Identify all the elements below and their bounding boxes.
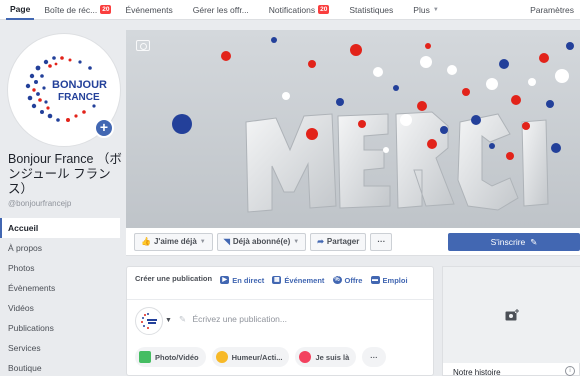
composer-placeholder: Écrivez une publication...: [192, 314, 288, 324]
like-button-label: J'aime déjà: [153, 237, 197, 246]
nav-tab-insights-label: Statistiques: [349, 4, 394, 15]
cover-photo[interactable]: [126, 30, 580, 228]
sidebar-item-posts[interactable]: Publications: [0, 318, 120, 338]
right-column-card: Notre histoire i: [442, 266, 580, 376]
nav-tab-inbox[interactable]: Boîte de réc... 20: [40, 0, 115, 20]
photo-icon: [139, 351, 151, 363]
feeling-activity-label: Humeur/Acti...: [231, 352, 283, 362]
signup-button[interactable]: S'inscrire ✎: [448, 233, 580, 251]
page-username[interactable]: @bonjourfrancejp: [8, 199, 71, 208]
nav-tab-more-label: Plus: [413, 4, 430, 15]
check-in-button[interactable]: Je suis là: [295, 347, 357, 367]
calendar-icon: ▦: [272, 276, 282, 284]
nav-tab-notifications[interactable]: Notifications 20: [265, 0, 334, 20]
inbox-badge: 20: [100, 5, 112, 14]
more-options-label: ···: [377, 237, 386, 246]
composer-actions: Photo/Vidéo Humeur/Acti... Je suis là ··…: [135, 347, 392, 367]
composer-more-label: ···: [370, 352, 378, 362]
follow-button[interactable]: ◥ Déjà abonné(e) ▼: [216, 232, 307, 251]
like-button[interactable]: 👍 J'aime déjà ▼: [134, 232, 213, 251]
tab-live-label: En direct: [232, 275, 265, 285]
sidebar-item-services[interactable]: Services: [0, 338, 120, 358]
page-sidebar-nav: Accueil À propos Photos Évènements Vidéo…: [0, 218, 120, 376]
nav-tab-offers-label: Gérer les offr...: [192, 4, 249, 15]
add-story-photo-area[interactable]: [443, 267, 580, 363]
tab-create-post[interactable]: Créer une publication: [135, 273, 212, 284]
composer-more-button[interactable]: ···: [362, 347, 386, 367]
follow-button-label: Déjà abonné(e): [232, 237, 291, 246]
nav-tab-page-label: Page: [10, 3, 31, 14]
share-button[interactable]: ➦ Partager: [310, 232, 367, 251]
tab-create-post-label: Créer une publication: [135, 274, 213, 283]
sidebar-item-home[interactable]: Accueil: [0, 218, 120, 238]
pencil-icon: ✎: [530, 236, 538, 247]
chevron-down-icon: ▼: [293, 238, 300, 245]
thumbs-up-icon: 👍: [141, 237, 151, 246]
cover-image-merci: [126, 30, 580, 228]
notifications-badge: 20: [318, 5, 330, 14]
tab-event[interactable]: ▦ Événement: [272, 275, 324, 286]
profile-picture-wrapper: BONJOUR FRANCE +: [8, 34, 120, 146]
more-options-button[interactable]: ···: [370, 232, 393, 251]
nav-tab-events-label: Événements: [125, 4, 173, 15]
location-icon: [299, 351, 312, 363]
chevron-down-icon[interactable]: ▼: [165, 317, 172, 324]
photo-video-button[interactable]: Photo/Vidéo: [135, 347, 206, 367]
composer-avatar[interactable]: [135, 307, 163, 335]
chevron-down-icon: ▼: [432, 6, 439, 13]
bonjour-france-mini-logo: [141, 313, 157, 329]
photo-video-label: Photo/Vidéo: [155, 352, 199, 362]
share-button-label: Partager: [326, 237, 360, 246]
nav-tab-offers[interactable]: Gérer les offr...: [189, 0, 253, 20]
emoji-icon: [215, 351, 228, 363]
page-action-bar: 👍 J'aime déjà ▼ ◥ Déjà abonné(e) ▼ ➦ Par…: [126, 228, 580, 256]
nav-tab-page[interactable]: Page: [6, 0, 35, 20]
add-profile-photo-button[interactable]: +: [94, 118, 114, 138]
left-column: BONJOUR FRANCE + Bonjour France （ボンジュール …: [0, 20, 122, 376]
logo-text-bonjour: BONJOUR: [52, 79, 107, 91]
tab-live[interactable]: ▶ En direct: [220, 275, 264, 286]
logo-text-france: FRANCE: [58, 92, 100, 103]
share-arrow-icon: ➦: [317, 237, 324, 246]
page-name: Bonjour France （ボンジュール フランス）: [8, 152, 122, 196]
tab-offer[interactable]: % Offre: [332, 275, 363, 286]
composer-divider: [127, 299, 433, 300]
feeling-activity-button[interactable]: Humeur/Acti...: [211, 347, 290, 367]
sidebar-item-videos[interactable]: Vidéos: [0, 298, 120, 318]
plus-icon: +: [99, 119, 109, 135]
nav-tab-insights[interactable]: Statistiques: [345, 0, 397, 20]
composer-tabs: Créer une publication ▶ En direct ▦ Évén…: [135, 273, 431, 286]
pencil-icon: ✎: [179, 314, 187, 324]
live-icon: ▶: [220, 276, 230, 284]
check-in-label: Je suis là: [315, 352, 350, 362]
our-story-title: Notre histoire: [453, 368, 501, 376]
offer-icon: %: [332, 276, 342, 284]
tab-job-label: Emploi: [382, 275, 408, 285]
composer-input[interactable]: ✎ Écrivez une publication...: [179, 314, 287, 325]
nav-tab-inbox-label: Boîte de réc...: [44, 4, 98, 15]
sidebar-item-events[interactable]: Évènements: [0, 278, 120, 298]
job-icon: ▬: [370, 276, 380, 284]
post-composer: Créer une publication ▶ En direct ▦ Évén…: [126, 266, 434, 376]
nav-tab-notifications-label: Notifications: [268, 4, 316, 15]
tab-event-label: Événement: [284, 275, 325, 285]
nav-tab-settings-label: Paramètres: [530, 4, 574, 15]
sidebar-item-photos[interactable]: Photos: [0, 258, 120, 278]
nav-tab-settings[interactable]: Paramètres: [526, 0, 580, 20]
tab-offer-label: Offre: [344, 275, 363, 285]
sidebar-item-shop[interactable]: Boutique: [0, 358, 120, 376]
sidebar-item-about[interactable]: À propos: [0, 238, 120, 258]
nav-tab-more[interactable]: Plus ▼: [409, 0, 443, 20]
signup-button-label: S'inscrire: [490, 237, 526, 247]
camera-icon[interactable]: [136, 40, 150, 51]
page-admin-nav: Page Boîte de réc... 20 Événements Gérer…: [0, 0, 580, 20]
info-icon[interactable]: i: [565, 366, 575, 376]
rss-icon: ◥: [223, 237, 230, 246]
add-photo-icon: [505, 309, 519, 321]
nav-tab-events[interactable]: Événements: [121, 0, 176, 20]
tab-job[interactable]: ▬ Emploi: [370, 275, 408, 286]
chevron-down-icon: ▼: [199, 238, 206, 245]
